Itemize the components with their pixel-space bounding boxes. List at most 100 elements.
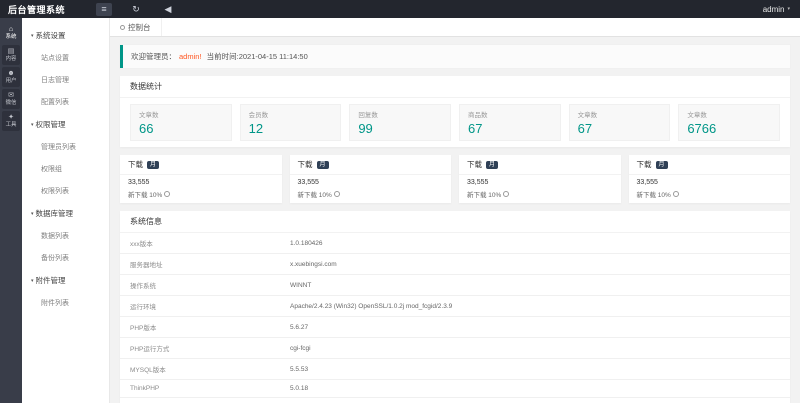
sidebar-item-backup-list[interactable]: 备份列表 [22,247,109,269]
row-label: ThinkPHP [120,379,280,398]
stat-label: 回复数 [358,112,378,119]
system-info-title: 系统信息 [120,211,790,233]
rail-label: 内容 [5,56,17,62]
stat-value: 67 [577,121,593,136]
chevron-down-icon: ▾ [31,33,34,39]
download-value: 33,555 [467,179,489,186]
download-title: 下载 [297,160,313,169]
row-value: 5.0.18 [280,379,790,398]
sidebar-menu: ▾ 系统设置 站点设置 日志管理 配置列表 ▾ 权限管理 管理员列表 权限组 权限列… [22,18,110,403]
rail-label: 微信 [5,100,17,106]
download-title: 下载 [636,160,652,169]
sidebar-group-label: 数据库管理 [35,209,74,218]
row-value: 1.0.180426 [280,233,790,254]
rail-item-content[interactable]: ▤ 内容 [2,45,20,65]
row-label: PHP版本 [120,316,280,338]
sidebar-item-config-list[interactable]: 配置列表 [22,91,109,113]
info-circle-icon[interactable] [503,191,510,197]
download-card: 下载 月 33,555 新下载 10% [459,155,621,203]
rail-item-system[interactable]: ⌂ 系统 [2,23,20,43]
stat-value: 66 [139,121,154,136]
row-label: 服务器地址 [120,253,280,275]
stat-tile-articles-3[interactable]: 文章数 6766 [678,104,780,141]
tab-console[interactable]: 控制台 [110,18,162,36]
row-value: WINNT [280,274,790,296]
menu-toggle-icon[interactable]: ≡ [96,2,112,16]
stats-card: 数据统计 文章数 66 会员数 12 回复数 99 商品数 67 文章数 67 … [120,76,790,147]
user-menu[interactable]: admin ▾ [763,5,800,14]
rail-item-tools[interactable]: ✦ 工具 [2,111,20,131]
tools-icon: ✦ [8,114,14,121]
stat-tile-articles[interactable]: 文章数 66 [130,104,232,141]
stat-label: 商品数 [467,112,488,119]
tab-label: 控制台 [128,22,151,32]
month-badge: 月 [147,160,160,169]
download-value: 33,555 [636,179,658,186]
stat-value: 6766 [687,121,717,136]
sidebar-group-permissions[interactable]: ▾ 权限管理 [22,113,109,136]
sidebar-group-database[interactable]: ▾ 数据库管理 [22,202,109,225]
row-label: MYSQL版本 [120,358,280,380]
info-circle-icon[interactable] [164,191,171,197]
sidebar-group-attachments[interactable]: ▾ 附件管理 [22,269,109,292]
download-sub: 新下载 10% [297,192,332,199]
welcome-prefix: 欢迎管理员： [131,52,176,61]
system-info-table: xxx版本 1.0.180426 服务器地址 x.xuebingsi.com 操作系… [120,233,790,403]
sidebar-group-system-settings[interactable]: ▾ 系统设置 [22,24,109,47]
row-label: PHP运行方式 [120,337,280,359]
row-label: 上传附件限制 [120,397,280,403]
month-badge: 月 [655,160,668,169]
download-title: 下载 [128,160,143,169]
row-value: 5.5.53 [280,358,790,380]
rail-label: 工具 [5,122,17,128]
stat-label: 文章数 [577,112,598,119]
stat-tile-members[interactable]: 会员数 12 [239,104,342,141]
chevron-down-icon: ▾ [787,6,790,12]
sidebar-item-site-settings[interactable]: 站点设置 [22,47,109,69]
download-card: 下载 月 33,555 新下载 10% [120,155,282,203]
info-circle-icon[interactable] [672,191,679,197]
announcement-icon[interactable]: ◀ [160,3,176,16]
rail-item-wechat[interactable]: ✉ 微信 [2,89,20,109]
month-badge: 月 [316,160,329,169]
message-icon: ✉ [8,92,14,99]
sidebar-item-admin-list[interactable]: 管理员列表 [22,136,109,158]
stat-tile-products[interactable]: 商品数 67 [458,104,561,141]
sidebar-item-data-list[interactable]: 数据列表 [22,225,109,247]
rail-item-users[interactable]: ☻ 用户 [2,67,20,87]
rail-label: 用户 [5,78,17,84]
content: 欢迎管理员： admin! 当前时间:2021-04-15 11:14:50 数据… [110,37,800,403]
download-card: 下载 月 33,555 新下载 10% [289,155,451,203]
table-row: MYSQL版本 5.5.53 [120,358,790,380]
sidebar-item-attachment-list[interactable]: 附件列表 [22,292,109,314]
sidebar-group-label: 附件管理 [35,276,66,285]
system-info-card: 系统信息 xxx版本 1.0.180426 服务器地址 x.xuebingsi.co… [120,211,790,403]
info-circle-icon[interactable] [333,191,340,197]
stat-label: 文章数 [687,112,707,119]
row-value: Apache/2.4.23 (Win32) OpenSSL/1.0.2j mod… [280,295,790,317]
stat-label: 会员数 [248,112,269,119]
stat-label: 文章数 [139,112,159,119]
chevron-down-icon: ▾ [31,122,34,128]
row-value: 2M [280,397,790,403]
chevron-down-icon: ▾ [31,211,34,217]
download-card: 下载 月 33,555 新下载 10% [628,155,790,203]
stat-value: 99 [358,121,373,136]
sidebar-item-permission-group[interactable]: 权限组 [22,158,109,180]
table-row: 服务器地址 x.xuebingsi.com [120,253,790,275]
stat-tile-replies[interactable]: 回复数 99 [349,104,451,141]
download-title: 下载 [467,160,482,169]
home-icon: ⌂ [8,26,14,33]
sidebar-item-permission-list[interactable]: 权限列表 [22,180,109,202]
sidebar-item-log-management[interactable]: 日志管理 [22,69,109,91]
sidebar-group-label: 系统设置 [35,31,66,40]
table-row: xxx版本 1.0.180426 [120,233,790,254]
tab-bar: 控制台 [110,18,800,37]
sidebar-group-label: 权限管理 [35,120,66,129]
table-row: 操作系统 WINNT [120,274,790,296]
refresh-icon[interactable]: ↻ [128,3,144,16]
stats-title: 数据统计 [120,76,790,98]
stat-tile-articles-2[interactable]: 文章数 67 [568,104,671,141]
top-header: 后台管理系统 ≡ ↻ ◀ admin ▾ [0,0,800,18]
user-name: admin [762,4,785,14]
